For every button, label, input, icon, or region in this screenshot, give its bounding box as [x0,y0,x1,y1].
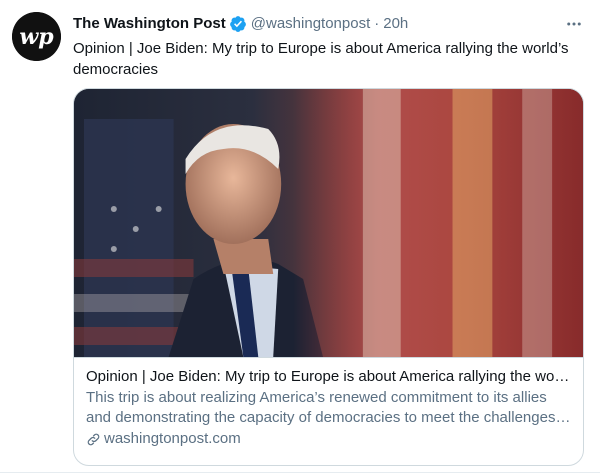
tweet-timestamp[interactable]: 20h [383,14,408,34]
article-photo [74,89,583,357]
card-domain: washingtonpost.com [86,429,571,449]
card-description: This trip is about realizing America’s r… [86,389,556,426]
tweet-header: The Washington Post @washingtonpost · 20… [73,13,588,35]
card-title: Opinion | Joe Biden: My trip to Europe i… [86,368,571,385]
author-name[interactable]: The Washington Post [73,14,226,34]
card-body: Opinion | Joe Biden: My trip to Europe i… [74,357,583,465]
card-domain-text: washingtonpost.com [104,430,241,447]
tweet[interactable]: wp The Washington Post @washingtonpost ·… [0,0,600,473]
separator-dot: · [374,15,380,32]
author-handle[interactable]: @washingtonpost [251,14,370,34]
svg-text:wp: wp [19,24,54,50]
author-avatar[interactable]: wp [12,12,61,61]
washington-post-logo: wp [12,12,61,61]
more-horizontal-icon [567,22,581,26]
link-icon [86,432,101,447]
tweet-text: Opinion | Joe Biden: My trip to Europe i… [73,40,569,78]
verified-badge-icon [229,15,247,33]
link-preview-card[interactable]: Opinion | Joe Biden: My trip to Europe i… [73,88,584,466]
more-options-button[interactable] [560,10,588,38]
